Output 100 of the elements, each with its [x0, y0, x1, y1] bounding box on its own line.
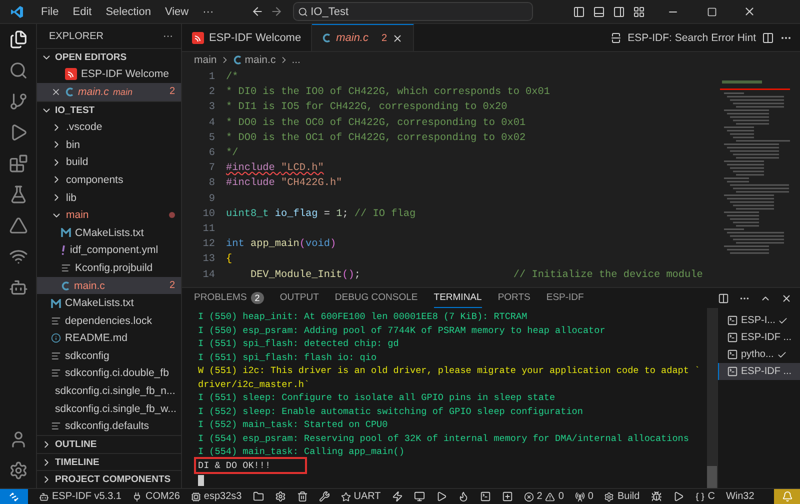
- panel-tab[interactable]: PROBLEMS 2: [194, 288, 264, 308]
- section-header[interactable]: OPEN EDITORS: [37, 48, 181, 66]
- problems-summary[interactable]: 2 0: [524, 491, 564, 502]
- debug-icon[interactable]: [650, 491, 662, 502]
- maximize-icon[interactable]: [706, 6, 717, 16]
- panel-tab[interactable]: TERMINAL: [434, 288, 482, 308]
- remote-button[interactable]: [0, 489, 28, 504]
- line-number: 4: [208, 118, 216, 129]
- close-icon[interactable]: [51, 86, 61, 97]
- open-editor-item[interactable]: main.c main 2: [37, 83, 181, 101]
- more-actions[interactable]: ···: [163, 30, 173, 42]
- panel-tab[interactable]: DEBUG CONSOLE: [334, 288, 418, 308]
- lightning-icon[interactable]: [392, 491, 403, 502]
- open-editor-item[interactable]: ESP-IDF Welcome: [37, 66, 181, 84]
- menu-item[interactable]: Selection: [98, 6, 158, 18]
- idf-version[interactable]: ESP-IDF v5.3.1: [39, 491, 122, 502]
- section-header[interactable]: IO_TEST: [37, 100, 181, 118]
- tree-item[interactable]: bin: [37, 136, 181, 154]
- close-icon[interactable]: [742, 5, 756, 18]
- terminal-icon[interactable]: [480, 491, 491, 502]
- menu-item[interactable]: ···: [196, 6, 221, 18]
- build-button[interactable]: Build: [604, 491, 640, 502]
- terminal-cursor: [198, 475, 204, 486]
- section-header[interactable]: OUTLINE: [37, 435, 181, 453]
- tree-item[interactable]: build: [37, 154, 181, 172]
- toggle-secondary-sidebar-icon[interactable]: [612, 6, 625, 18]
- terminal-item[interactable]: ESP-IDF ...: [718, 329, 800, 346]
- terminal-item[interactable]: pytho...: [718, 346, 800, 363]
- split-terminal-icon[interactable]: [718, 292, 729, 304]
- panel-tab[interactable]: ESP-IDF: [546, 288, 584, 308]
- flash-method[interactable]: UART: [340, 491, 381, 502]
- toggle-panel-icon[interactable]: [592, 6, 605, 18]
- signal-icon[interactable]: [8, 247, 28, 266]
- tree-item[interactable]: Kconfig.projbuild: [37, 259, 181, 277]
- tree-item[interactable]: sdkconfig: [37, 347, 181, 365]
- search-icon[interactable]: [8, 61, 28, 80]
- section-header[interactable]: TIMELINE: [37, 452, 181, 470]
- triangle-icon[interactable]: [8, 216, 28, 235]
- source-control-icon[interactable]: [8, 92, 28, 111]
- menu-item[interactable]: View: [158, 6, 196, 18]
- menu-item[interactable]: File: [34, 6, 66, 18]
- tree-item[interactable]: main.c 2: [37, 276, 181, 294]
- tree-item[interactable]: components: [37, 171, 181, 189]
- search-error-hint-link[interactable]: ESP-IDF: Search Error Hint: [628, 32, 756, 44]
- settings-icon[interactable]: [274, 491, 286, 502]
- panel-tab[interactable]: PORTS: [498, 288, 530, 308]
- breadcrumb-item[interactable]: ...: [292, 54, 300, 66]
- back-arrow-icon[interactable]: [250, 5, 264, 18]
- line-number: 9: [208, 194, 216, 205]
- monitor-icon[interactable]: [414, 491, 425, 502]
- settings-icon[interactable]: [8, 461, 28, 480]
- vscode-logo-icon: [10, 4, 24, 18]
- close-panel-icon[interactable]: [781, 292, 792, 304]
- editor-tab[interactable]: main.c 2: [312, 24, 414, 51]
- ports-count[interactable]: 0: [574, 491, 594, 502]
- error-icon: [524, 492, 534, 502]
- scrollbar[interactable]: [707, 308, 717, 488]
- terminal-item[interactable]: ESP-I...: [718, 312, 800, 329]
- notification-button[interactable]: [774, 489, 800, 504]
- folder-icon[interactable]: [252, 491, 264, 502]
- tree-item[interactable]: sdkconfig.defaults: [37, 417, 181, 436]
- menu-item[interactable]: Edit: [66, 6, 99, 18]
- tree-item[interactable]: sdkconfig.ci.single_fb_w...: [37, 400, 181, 418]
- tree-item[interactable]: idf_component.yml: [37, 242, 181, 260]
- run-icon[interactable]: [672, 491, 684, 502]
- tree-item[interactable]: CMakeLists.txt: [37, 294, 181, 312]
- tree-item[interactable]: sdkconfig.ci.double_fb: [37, 364, 181, 382]
- extensions-icon[interactable]: [8, 154, 28, 173]
- trash-icon[interactable]: [296, 491, 308, 502]
- breadcrumb-item[interactable]: main.c: [244, 54, 276, 66]
- plus-box-icon[interactable]: [502, 491, 513, 502]
- tree-item[interactable]: sdkconfig.ci.single_fb_n...: [37, 382, 181, 400]
- play-icon[interactable]: [436, 491, 447, 502]
- tree-item[interactable]: main: [37, 206, 181, 224]
- tree-item[interactable]: lib: [37, 188, 181, 206]
- terminal-line: I (550) esp_psram: Adding pool of 7744K of PSRAM memory to heap allocator: [198, 324, 606, 337]
- forward-arrow-icon[interactable]: [270, 5, 283, 18]
- robot-icon[interactable]: [8, 278, 28, 297]
- flame-icon[interactable]: [458, 491, 469, 502]
- breadcrumb-item[interactable]: main: [194, 54, 217, 66]
- toggle-sidebar-icon[interactable]: [572, 6, 585, 18]
- target-selector[interactable]: esp32s3: [190, 491, 242, 502]
- platform-selector[interactable]: Win32: [726, 491, 754, 502]
- tree-item[interactable]: CMakeLists.txt: [37, 224, 181, 242]
- close-tab-icon[interactable]: [392, 32, 404, 44]
- testing-icon[interactable]: [8, 185, 28, 204]
- port-selector[interactable]: COM26: [132, 491, 180, 502]
- tree-item[interactable]: dependencies.lock: [37, 312, 181, 330]
- split-editor-icon[interactable]: [762, 32, 774, 44]
- layout-icon[interactable]: [632, 6, 645, 18]
- wrench-icon[interactable]: [318, 491, 330, 502]
- language-mode[interactable]: C: [694, 491, 715, 502]
- panel-tab[interactable]: OUTPUT: [280, 288, 319, 308]
- terminal-item[interactable]: ESP-IDF ...: [718, 363, 800, 380]
- search-hint-icon[interactable]: [610, 32, 622, 44]
- tree-item[interactable]: README.md: [37, 330, 181, 348]
- search-field[interactable]: IO_Test: [292, 2, 533, 21]
- terminal-line: I (554) esp_psram: Reserving pool of 32K of internal memory for DMA/internal allocations: [198, 432, 689, 445]
- explorer-icon[interactable]: [8, 30, 28, 49]
- tree-item[interactable]: .vscode: [37, 118, 181, 136]
